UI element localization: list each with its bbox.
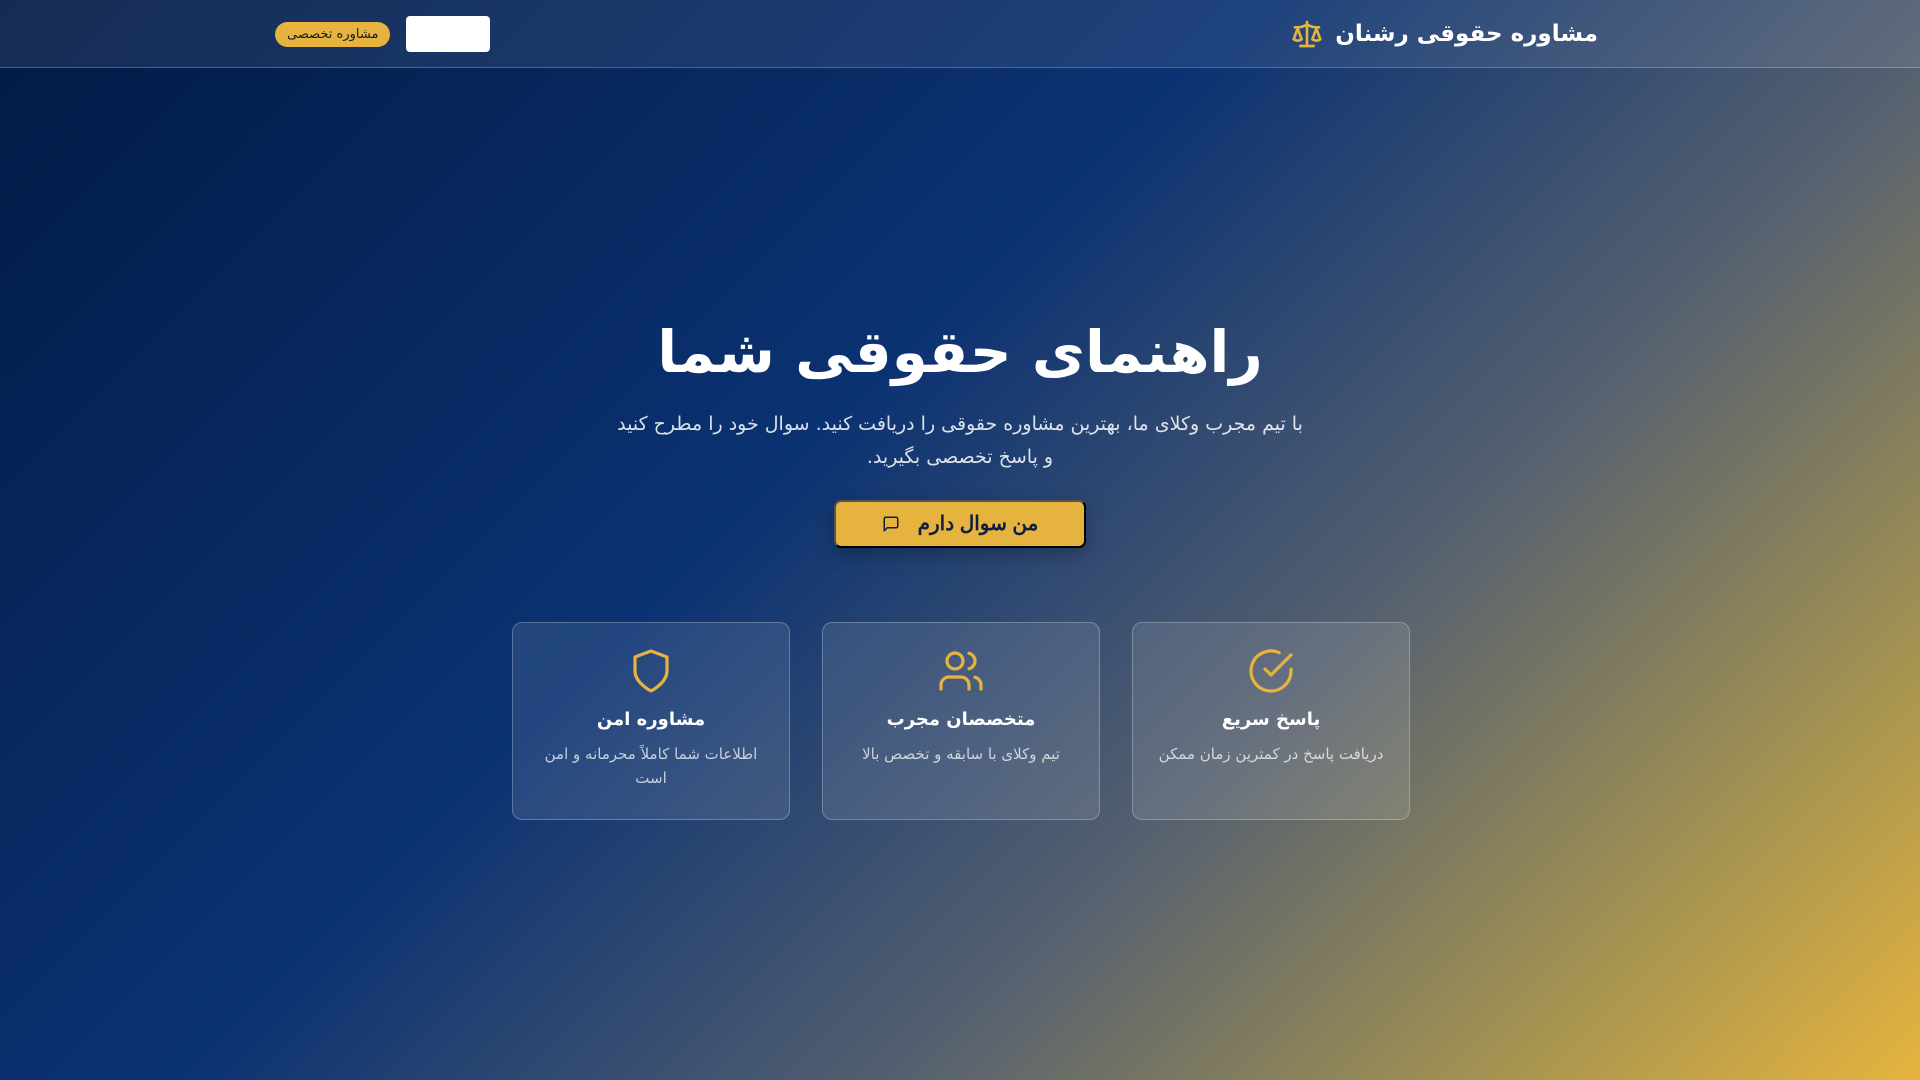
cta-label: من سوال دارم xyxy=(917,513,1039,536)
feature-card-experts: متخصصان مجرب تیم وکلای با سابقه و تخصص ب… xyxy=(822,622,1100,820)
nav-actions: مشاوره تخصصی xyxy=(275,16,491,52)
scale-icon xyxy=(1291,18,1323,50)
feature-title: مشاوره امن xyxy=(596,709,706,730)
account-button[interactable] xyxy=(406,16,491,52)
check-circle-icon xyxy=(1247,647,1295,695)
hero-section: راهنمای حقوقی شما با تیم مجرب وکلای ما، … xyxy=(0,318,1920,548)
feature-description: دریافت پاسخ در کمترین زمان ممکن xyxy=(1158,745,1384,763)
brand[interactable]: مشاوره حقوقی رشنان xyxy=(1291,0,1598,68)
top-navbar: مشاوره حقوقی رشنان مشاوره تخصصی xyxy=(0,0,1920,68)
feature-cards: مشاوره امن اطلاعات شما کاملاً محرمانه و … xyxy=(512,622,1410,820)
ask-question-button[interactable]: من سوال دارم xyxy=(834,499,1086,548)
feature-title: متخصصان مجرب xyxy=(886,709,1036,730)
feature-title: پاسخ سریع xyxy=(1221,709,1321,730)
hero-subtitle: با تیم مجرب وکلای ما، بهترین مشاوره حقوق… xyxy=(617,412,1303,468)
message-icon xyxy=(882,515,900,533)
feature-card-secure: مشاوره امن اطلاعات شما کاملاً محرمانه و … xyxy=(512,622,790,820)
hero-title: راهنمای حقوقی شما xyxy=(657,318,1263,386)
feature-description: تیم وکلای با سابقه و تخصص بالا xyxy=(862,745,1060,763)
users-icon xyxy=(937,647,985,695)
feature-card-fast: پاسخ سریع دریافت پاسخ در کمترین زمان ممک… xyxy=(1132,622,1410,820)
expert-consultation-badge[interactable]: مشاوره تخصصی xyxy=(275,21,391,47)
feature-description: اطلاعات شما کاملاً محرمانه و امن است xyxy=(544,745,758,787)
shield-icon xyxy=(627,647,675,695)
brand-title: مشاوره حقوقی رشنان xyxy=(1335,21,1598,47)
